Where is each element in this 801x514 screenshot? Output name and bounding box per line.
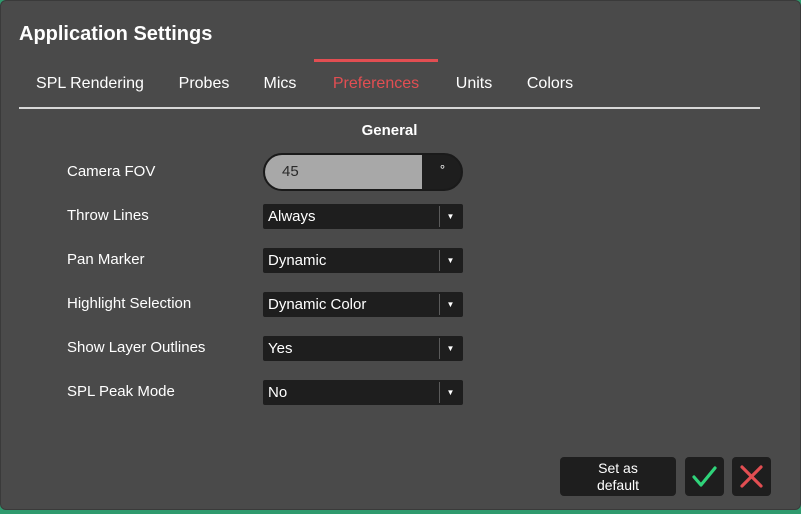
camera-fov-input[interactable]: 45 [265,155,422,189]
highlight-selection-value: Dynamic Color [268,296,367,313]
section-title: General [361,122,418,139]
spl-peak-mode-label: SPL Peak Mode [67,383,175,400]
cancel-button[interactable] [732,457,771,496]
check-icon [692,466,717,487]
show-layer-outlines-value: Yes [268,340,293,357]
throw-lines-value: Always [268,208,316,225]
chevron-down-icon: ▼ [439,382,461,403]
confirm-button[interactable] [685,457,724,496]
highlight-selection-select[interactable]: Dynamic Color ▼ [263,292,463,317]
tab-preferences[interactable]: Preferences [314,59,438,107]
dialog-title: Application Settings [19,23,213,45]
chevron-down-icon: ▼ [439,338,461,359]
close-icon [740,465,763,488]
pan-marker-label: Pan Marker [67,251,145,268]
pan-marker-value: Dynamic [268,252,327,269]
show-layer-outlines-select[interactable]: Yes ▼ [263,336,463,361]
camera-fov-unit: ° [439,162,446,177]
show-layer-outlines-label: Show Layer Outlines [67,339,206,356]
set-as-default-line1: Set as [598,460,638,476]
tab-spl-rendering[interactable]: SPL Rendering [19,59,161,107]
set-as-default-line2: default [596,477,640,493]
tab-units[interactable]: Units [447,59,501,107]
settings-dialog: Application Settings SPL Rendering Probe… [0,0,801,510]
highlight-selection-label: Highlight Selection [67,295,192,312]
tab-mics[interactable]: Mics [255,59,305,107]
spl-peak-mode-value: No [268,384,288,401]
tab-colors[interactable]: Colors [519,59,581,107]
chevron-down-icon: ▼ [439,206,461,227]
throw-lines-label: Throw Lines [67,207,149,224]
chevron-down-icon: ▼ [439,294,461,315]
tab-bar: SPL Rendering Probes Mics Preferences Un… [19,59,760,109]
pan-marker-select[interactable]: Dynamic ▼ [263,248,463,273]
spl-peak-mode-select[interactable]: No ▼ [263,380,463,405]
chevron-down-icon: ▼ [439,250,461,271]
camera-fov-field: 45 ° [263,153,463,191]
camera-fov-label: Camera FOV [67,163,156,180]
tab-probes[interactable]: Probes [169,59,239,107]
throw-lines-select[interactable]: Always ▼ [263,204,463,229]
set-as-default-button[interactable]: Set as default [560,457,676,496]
